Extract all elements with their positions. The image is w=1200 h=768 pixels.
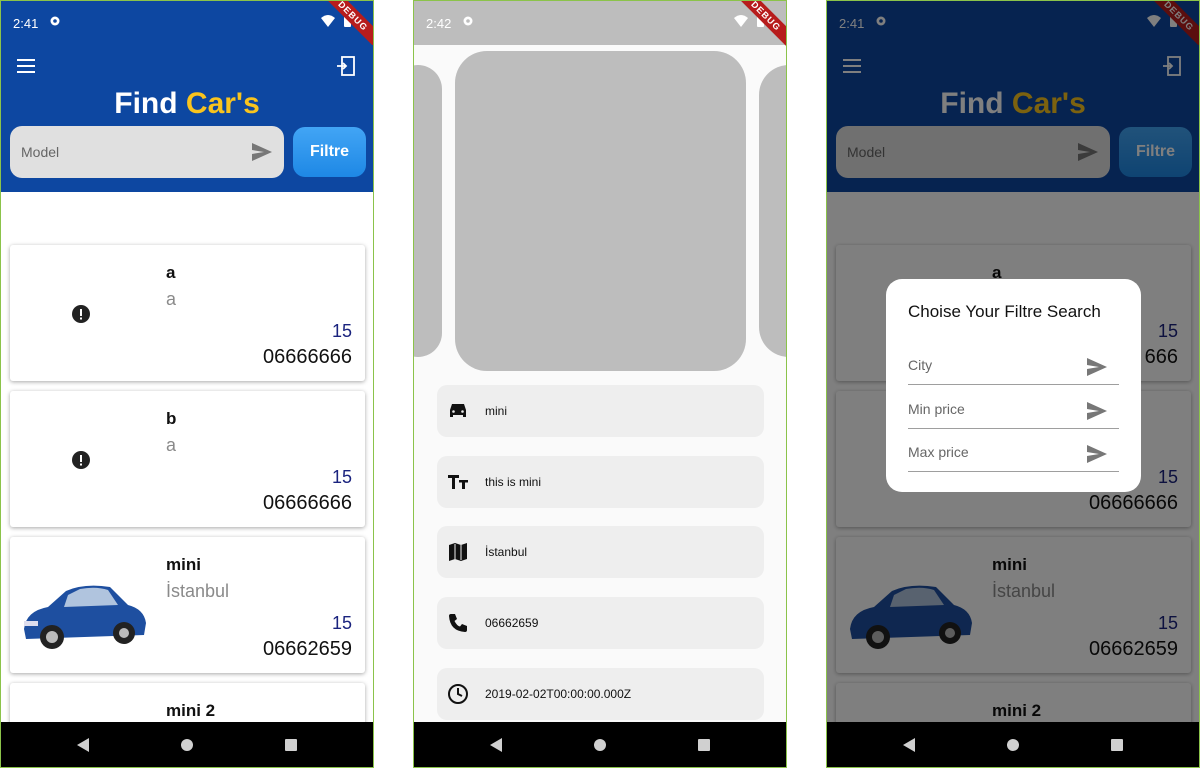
menu-icon[interactable] <box>17 59 35 77</box>
dialog-title: Choise Your Filtre Search <box>908 302 1101 321</box>
send-icon[interactable] <box>252 143 272 161</box>
car-image <box>24 585 146 649</box>
car-city: İstanbul <box>166 581 230 601</box>
detail-row-phone: 06662659 <box>437 597 764 649</box>
detail-text: İstanbul <box>485 545 528 559</box>
detail-row-model: mini <box>437 385 764 437</box>
detail-row-date: 2019-02-02T00:00:00.000Z <box>437 668 764 720</box>
city-placeholder: City <box>908 357 933 373</box>
car-name: a <box>166 263 176 282</box>
status-bar: 2:41 DEBUG <box>1 1 373 54</box>
car-phone: 06666666 <box>263 492 352 514</box>
car-card[interactable]: a a 15 06666666 <box>10 245 365 381</box>
min-price-placeholder: Min price <box>908 401 965 417</box>
app-bar: Find Car's Model Filtre <box>1 45 373 192</box>
image-slide-next[interactable] <box>759 65 786 357</box>
detail-row-city: İstanbul <box>437 526 764 578</box>
send-icon[interactable] <box>1087 402 1107 420</box>
page-title: Find Car's <box>1 87 373 121</box>
min-price-field[interactable]: Min price <box>908 385 1119 429</box>
home-icon[interactable] <box>594 739 606 751</box>
status-time: 2:41 <box>13 16 39 31</box>
text-size-icon <box>448 475 468 489</box>
system-nav-bar <box>1 722 373 767</box>
settings-icon <box>463 16 473 26</box>
status-time: 2:42 <box>426 16 452 31</box>
detail-text: 2019-02-02T00:00:00.000Z <box>485 687 632 701</box>
detail-text: mini <box>485 404 508 418</box>
recents-icon[interactable] <box>698 739 710 751</box>
home-icon[interactable] <box>1007 739 1019 751</box>
car-price: 15 <box>331 321 352 341</box>
clock-icon <box>448 684 468 704</box>
error-icon <box>72 451 90 469</box>
car-phone: 06662659 <box>263 638 352 660</box>
error-icon <box>72 305 90 323</box>
recents-icon[interactable] <box>1111 739 1123 751</box>
back-icon[interactable] <box>903 738 915 752</box>
home-icon[interactable] <box>181 739 193 751</box>
back-icon[interactable] <box>490 738 502 752</box>
filter-dialog: Choise Your Filtre Search City Min price… <box>886 279 1141 492</box>
logout-icon[interactable] <box>335 55 357 77</box>
send-icon[interactable] <box>1087 358 1107 376</box>
car-price: 15 <box>331 467 352 487</box>
city-field[interactable]: City <box>908 341 1119 385</box>
image-slide-prev[interactable] <box>414 65 442 357</box>
image-slide-current[interactable] <box>455 51 746 371</box>
car-phone: 06666666 <box>263 346 352 368</box>
filter-button[interactable]: Filtre <box>293 127 366 177</box>
list-screen: 2:41 DEBUG Find Car's Model Filtre a a 1… <box>0 0 374 768</box>
back-icon[interactable] <box>77 738 89 752</box>
car-city: a <box>166 289 177 309</box>
car-icon <box>450 404 466 417</box>
system-nav-bar <box>827 722 1199 767</box>
car-name: mini 2 <box>166 701 216 720</box>
wifi-icon <box>321 15 335 27</box>
car-card[interactable]: b a 15 06666666 <box>10 391 365 527</box>
system-nav-bar <box>414 722 786 767</box>
detail-row-description: this is mini <box>437 456 764 508</box>
car-card[interactable]: mini İstanbul 15 06662659 <box>10 537 365 673</box>
car-name: b <box>166 409 177 428</box>
phone-icon <box>449 614 467 632</box>
detail-text: 06662659 <box>485 616 539 630</box>
title-accent: Car's <box>185 87 260 120</box>
model-placeholder: Model <box>21 144 60 160</box>
car-name: mini <box>166 555 201 574</box>
send-icon[interactable] <box>1087 445 1107 463</box>
title-main: Find <box>114 87 186 120</box>
wifi-icon <box>734 15 748 27</box>
detail-text: this is mini <box>485 475 542 489</box>
detail-screen: 2:42 DEBUG mini this is mini İstanbul 06… <box>413 0 787 768</box>
model-search-input[interactable]: Model <box>10 126 284 178</box>
filter-dialog-screen: 2:41 DEBUG Find Car's Model Filtre a 15 … <box>826 0 1200 768</box>
status-bar: 2:42 DEBUG <box>414 1 786 54</box>
map-icon <box>449 543 467 561</box>
settings-icon <box>50 16 60 26</box>
car-price: 15 <box>331 613 352 633</box>
car-city: a <box>166 435 177 455</box>
recents-icon[interactable] <box>285 739 297 751</box>
max-price-placeholder: Max price <box>908 444 969 460</box>
max-price-field[interactable]: Max price <box>908 428 1119 472</box>
